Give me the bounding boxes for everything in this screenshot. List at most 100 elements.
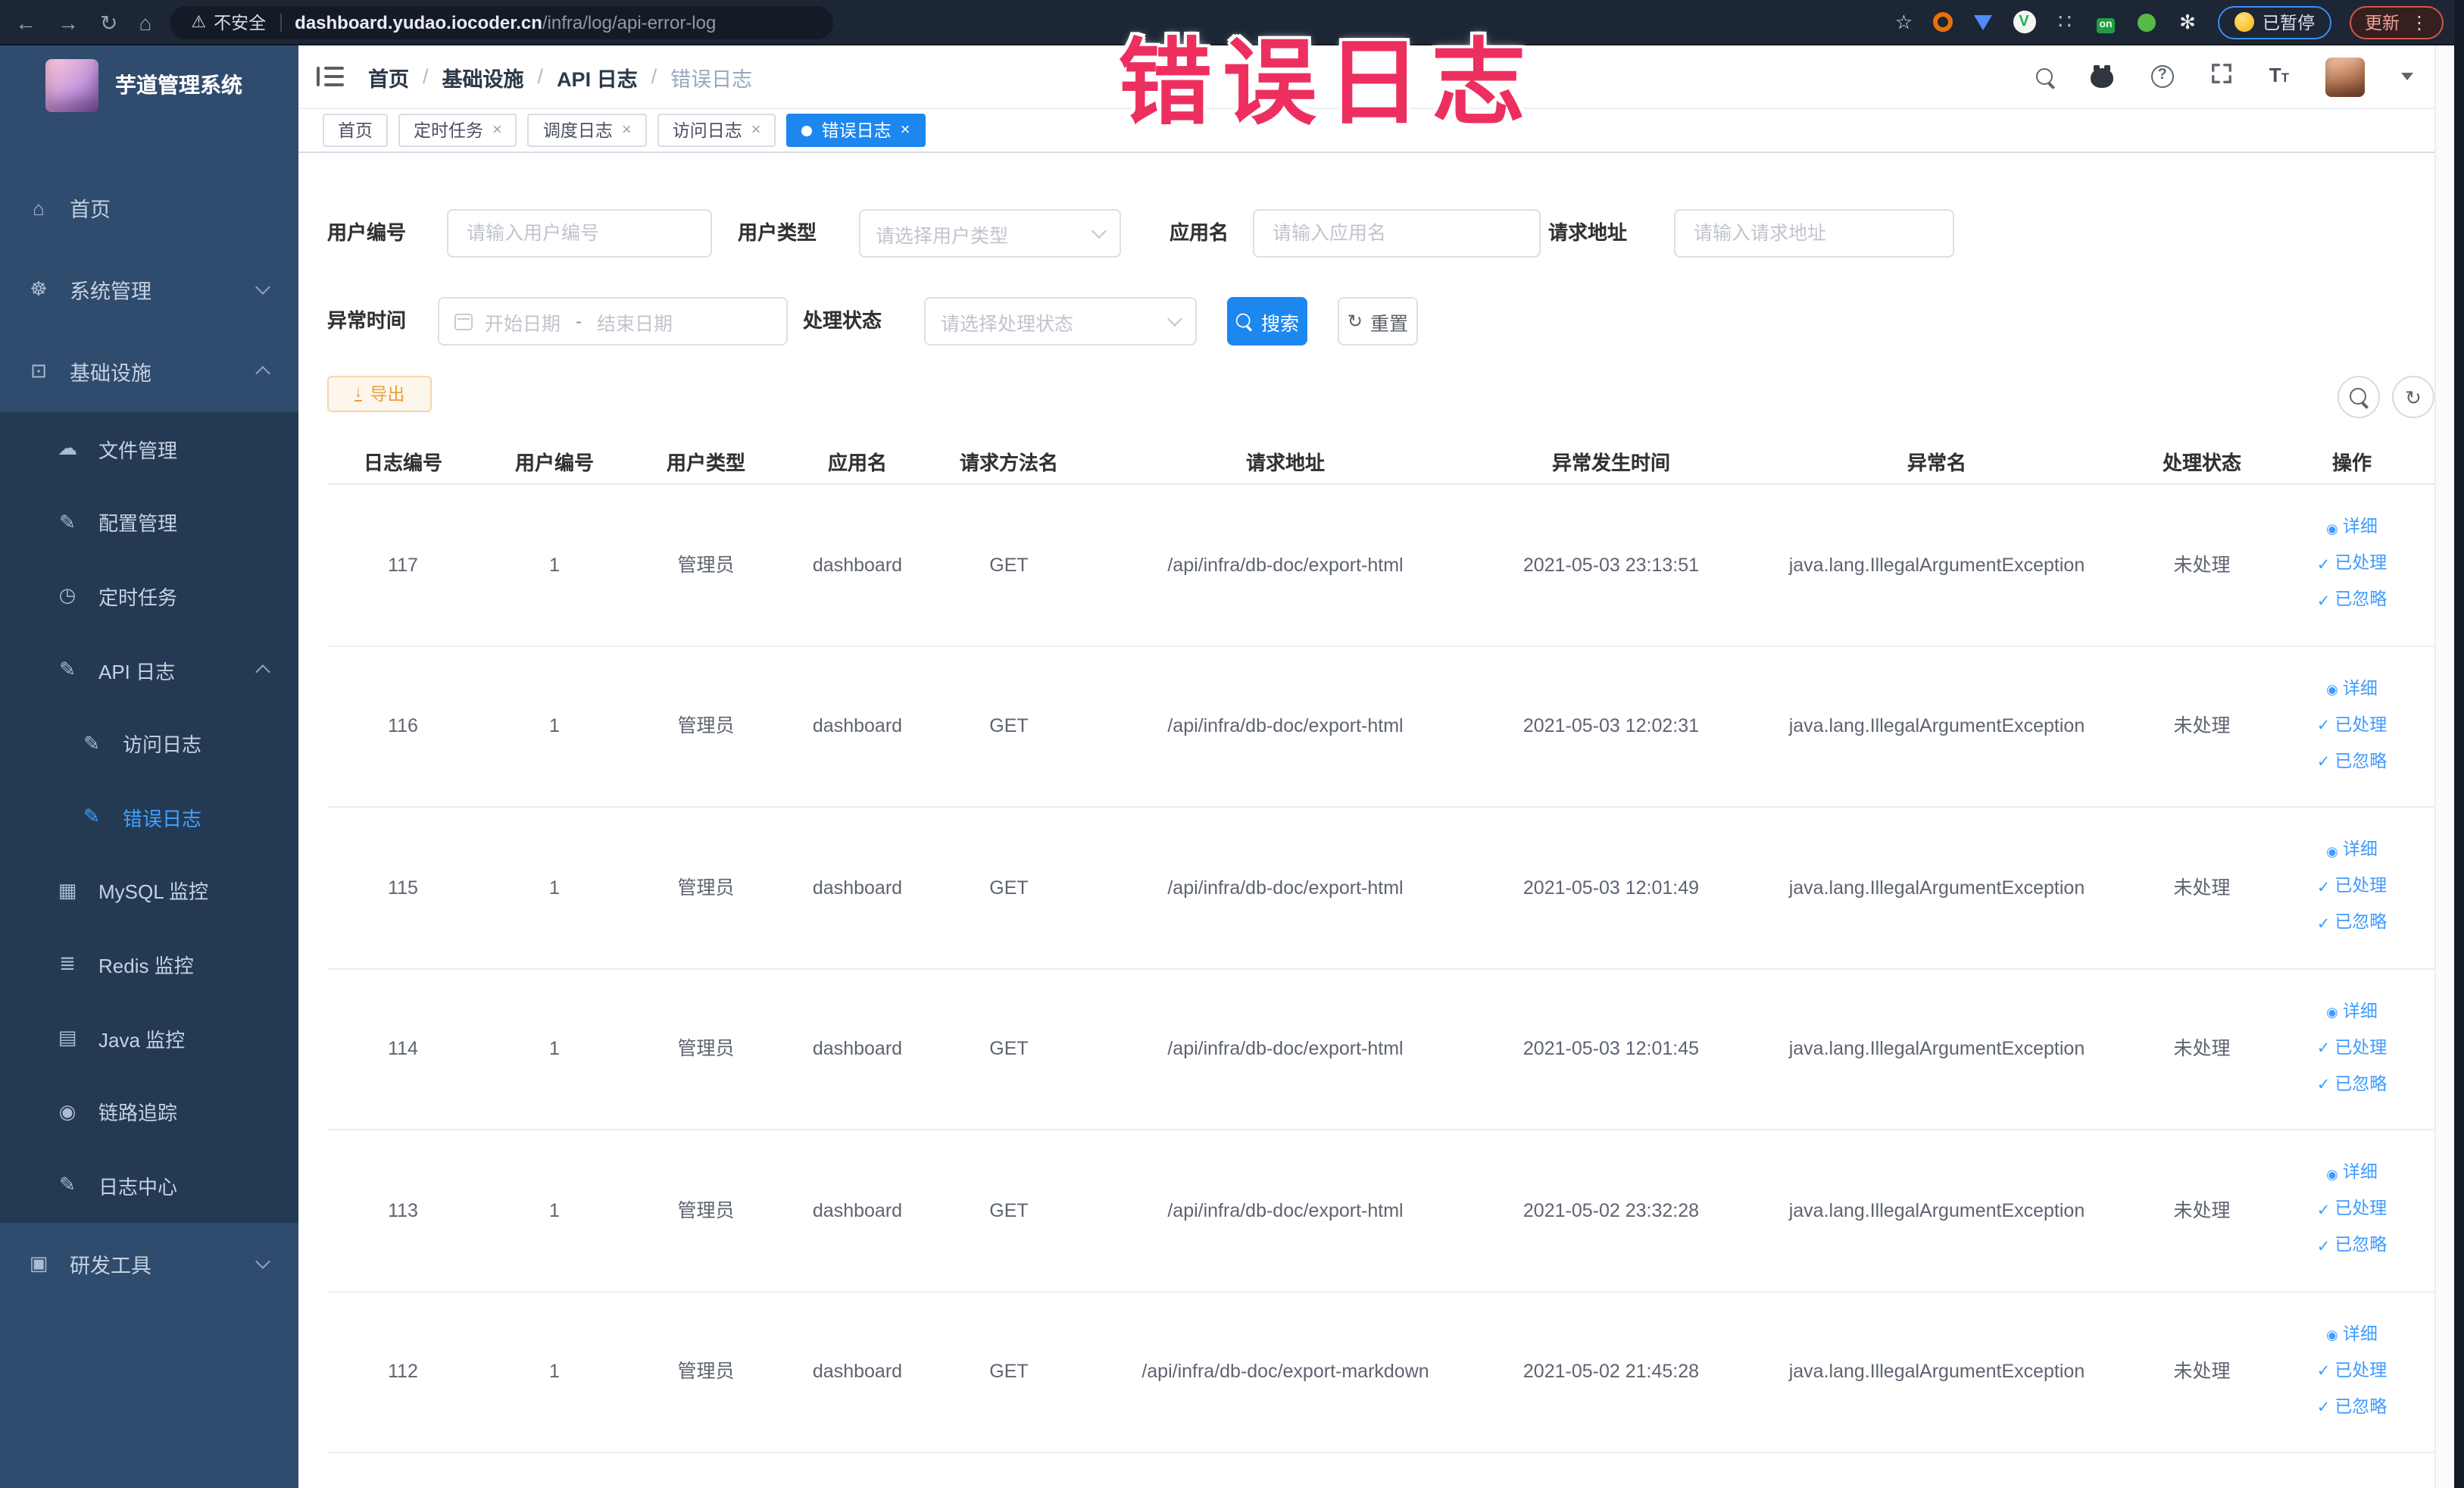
action-detail-link[interactable]: ◉ 详细 — [2326, 517, 2378, 540]
extension-leaf-icon[interactable] — [2135, 11, 2158, 33]
security-label[interactable]: 不安全 — [214, 10, 266, 34]
sidebar-item-label: 错误日志 — [123, 807, 202, 830]
sidebar-item-label: 日志中心 — [98, 1175, 178, 1199]
sidebar-item-log-center[interactable]: ✎ 日志中心 — [0, 1148, 298, 1223]
paused-extension-pill[interactable]: 已暂停 — [2217, 5, 2331, 39]
sidebar-item-redis-monitor[interactable]: ≣ Redis 监控 — [0, 927, 298, 1002]
close-icon[interactable]: × — [492, 121, 502, 139]
user-avatar[interactable] — [2325, 57, 2365, 96]
reload-icon[interactable]: ↻ — [100, 0, 117, 45]
extension-on-icon[interactable]: on — [2094, 11, 2117, 33]
search-button[interactable]: 搜索 — [1227, 297, 1307, 345]
user-id-field[interactable] — [464, 221, 695, 245]
breadcrumb-item[interactable]: 基础设施 — [442, 61, 524, 92]
tab-home[interactable]: 首页 — [323, 114, 388, 147]
paused-label: 已暂停 — [2263, 14, 2315, 33]
home-icon[interactable]: ⌂ — [139, 0, 151, 45]
sidebar-item-error-log[interactable]: ✎ 错误日志 — [0, 780, 298, 855]
sidebar-item-api-log[interactable]: ✎ API 日志 — [0, 633, 298, 707]
sidebar-item-infrastructure[interactable]: ⊡ 基础设施 — [0, 330, 298, 412]
action-label: 详细 — [2342, 1325, 2378, 1344]
export-button[interactable]: ↓ 导出 — [327, 376, 432, 412]
user-id-input[interactable] — [447, 209, 712, 258]
sidebar-item-trace[interactable]: ◉ 链路追踪 — [0, 1074, 298, 1149]
breadcrumb-item[interactable]: API 日志 — [557, 61, 638, 92]
extension-vue-icon[interactable]: V — [2013, 11, 2035, 33]
action-detail-link[interactable]: ◉ 详细 — [2326, 679, 2378, 702]
action-detail-link[interactable]: ◉ 详细 — [2326, 1163, 2378, 1186]
sidebar-item-home[interactable]: ⌂ 首页 — [0, 167, 298, 249]
search-toggle-button[interactable] — [2338, 376, 2380, 418]
help-icon[interactable]: ? — [2150, 65, 2174, 88]
status-select[interactable]: 请选择处理状态 — [924, 297, 1197, 345]
action-processed-link[interactable]: ✓ 已处理 — [2317, 1361, 2387, 1383]
column-header: 日志编号 — [363, 452, 442, 474]
refresh-button[interactable]: ↻ — [2392, 376, 2434, 418]
close-icon[interactable]: × — [622, 121, 632, 139]
req-url-input[interactable] — [1674, 209, 1954, 258]
sidebar-item-cron-job[interactable]: ◷ 定时任务 — [0, 559, 298, 633]
action-ignored-link[interactable]: ✓ 已忽略 — [2317, 1235, 2387, 1258]
action-ignored-link[interactable]: ✓ 已忽略 — [2317, 1074, 2387, 1096]
action-processed-link[interactable]: ✓ 已处理 — [2317, 1199, 2387, 1222]
sidebar-fold-icon[interactable] — [317, 65, 344, 88]
action-ignored-link[interactable]: ✓ 已忽略 — [2317, 912, 2387, 935]
req-url-field[interactable] — [1691, 221, 1938, 245]
search-icon[interactable] — [2035, 67, 2054, 86]
sidebar-item-java-monitor[interactable]: ▤ Java 监控 — [0, 1001, 298, 1075]
action-detail-link[interactable]: ◉ 详细 — [2326, 1002, 2378, 1024]
log-edit-icon: ✎ — [83, 805, 100, 828]
github-icon[interactable] — [2090, 65, 2115, 88]
action-detail-link[interactable]: ◉ 详细 — [2326, 840, 2378, 863]
app-logo[interactable]: 芋道管理系统 — [0, 52, 298, 118]
reset-button[interactable]: ↻ 重置 — [1338, 297, 1418, 345]
address-bar[interactable]: ⚠ 不安全 dashboard.yudao.iocoder.cn/infra/l… — [170, 5, 834, 39]
menu-kebab-icon[interactable]: ⋮ — [2410, 11, 2428, 33]
fullscreen-icon[interactable] — [2210, 61, 2233, 92]
extension-ring-icon[interactable] — [1931, 11, 1953, 33]
sidebar-item-file-mgmt[interactable]: ☁ 文件管理 — [0, 412, 298, 486]
sidebar-item-access-log[interactable]: ✎ 访问日志 — [0, 706, 298, 780]
action-ignored-link[interactable]: ✓ 已忽略 — [2317, 589, 2387, 612]
back-icon[interactable]: ← — [15, 0, 36, 45]
action-processed-link[interactable]: ✓ 已处理 — [2317, 715, 2387, 738]
browser-update-pill[interactable]: 更新 ⋮ — [2350, 5, 2444, 39]
action-processed-link[interactable]: ✓ 已处理 — [2317, 877, 2387, 899]
action-ignored-link[interactable]: ✓ 已忽略 — [2317, 751, 2387, 774]
close-icon[interactable]: × — [751, 121, 761, 139]
app-name-field[interactable] — [1269, 221, 1524, 245]
bookmark-star-icon[interactable]: ☆ — [1895, 10, 1913, 34]
extension-grid-icon[interactable]: ∷ — [2053, 10, 2076, 33]
action-ignored-link[interactable]: ✓ 已忽略 — [2317, 1396, 2387, 1419]
user-type-select[interactable]: 请选择用户类型 — [859, 209, 1121, 258]
tab-cron-job[interactable]: 定时任务 × — [398, 114, 517, 147]
breadcrumb: 首页 / 基础设施 / API 日志 / 错误日志 — [368, 61, 752, 92]
check-icon: ✓ — [2316, 1237, 2331, 1256]
close-icon[interactable]: × — [901, 121, 910, 139]
action-processed-link[interactable]: ✓ 已处理 — [2317, 554, 2387, 577]
sidebar-item-config-mgmt[interactable]: ✎ 配置管理 — [0, 486, 298, 560]
cell-user_type: 管理员 — [677, 877, 735, 899]
scrollbar[interactable] — [2434, 45, 2454, 1488]
action-processed-link[interactable]: ✓ 已处理 — [2317, 1038, 2387, 1061]
sidebar-item-dev-tools[interactable]: ▣ 研发工具 — [0, 1222, 298, 1304]
chevron-down-icon[interactable] — [2401, 73, 2413, 80]
extension-drop-icon[interactable] — [1972, 11, 1994, 33]
date-range-input[interactable]: 开始日期 - 结束日期 — [438, 297, 788, 345]
font-size-icon[interactable]: TT — [2269, 65, 2289, 88]
forward-icon[interactable]: → — [58, 0, 79, 45]
search-icon — [2350, 388, 2368, 406]
extension-puzzle-icon[interactable]: ✻ — [2176, 10, 2199, 33]
tab-access-log[interactable]: 访问日志 × — [657, 114, 776, 147]
cell-user_id: 1 — [549, 1199, 560, 1221]
tab-error-log[interactable]: 错误日志 × — [786, 114, 926, 147]
app-name-input[interactable] — [1253, 209, 1541, 258]
sidebar-item-system-mgmt[interactable]: ☸ 系统管理 — [0, 249, 298, 330]
sidebar-item-label: 文件管理 — [98, 439, 178, 462]
tab-schedule-log[interactable]: 调度日志 × — [527, 114, 647, 147]
active-dot-icon — [801, 125, 813, 136]
cell-url: /api/infra/db-doc/export-html — [1167, 1199, 1404, 1221]
breadcrumb-item[interactable]: 首页 — [368, 61, 409, 92]
sidebar-item-mysql-monitor[interactable]: ▦ MySQL 监控 — [0, 854, 298, 928]
action-detail-link[interactable]: ◉ 详细 — [2326, 1324, 2378, 1347]
